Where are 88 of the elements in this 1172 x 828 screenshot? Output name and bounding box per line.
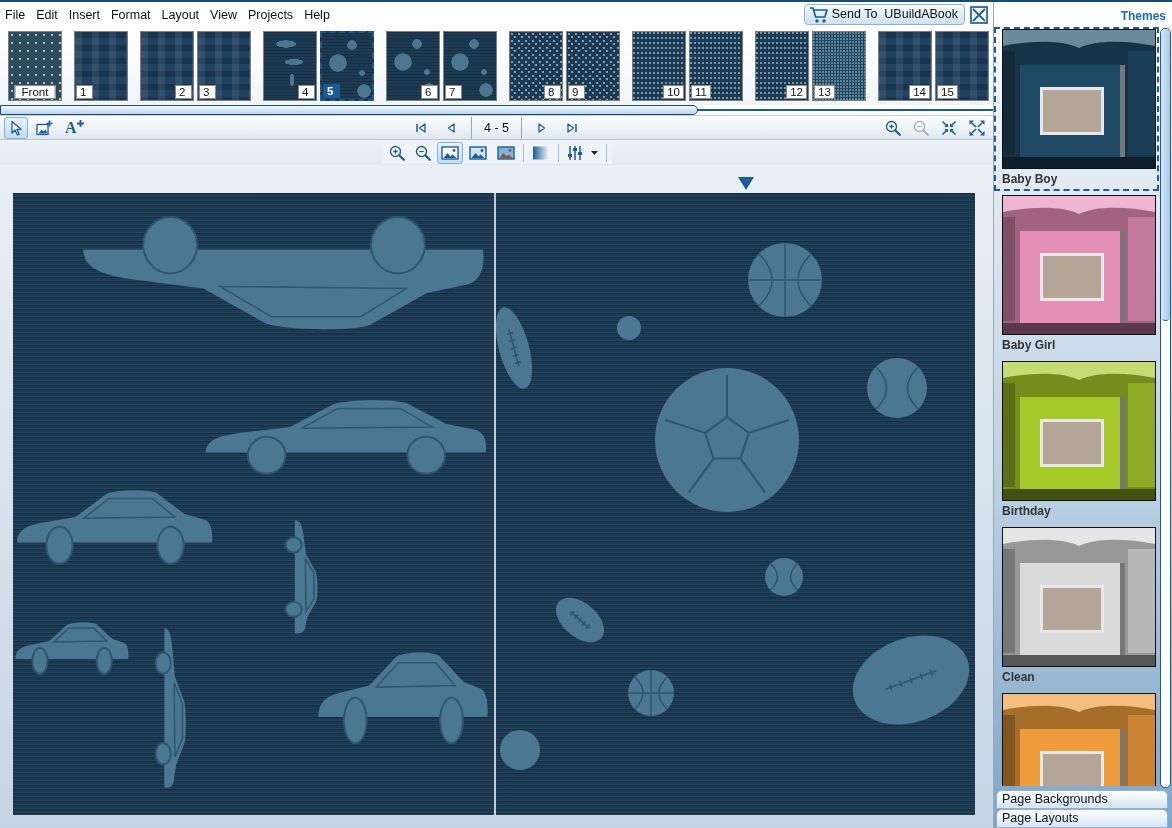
menu-item[interactable]: Layout xyxy=(161,4,200,25)
theme-name: Baby Boy xyxy=(1002,171,1059,188)
page-number: 6 xyxy=(421,85,438,99)
menu-item[interactable]: File xyxy=(5,4,26,25)
page-thumbnail[interactable]: 5 xyxy=(320,31,374,101)
page-number: Front xyxy=(14,85,56,99)
menu-item[interactable]: Projects xyxy=(247,4,294,25)
page-thumbnail[interactable]: 6 xyxy=(386,31,440,101)
page-number: 12 xyxy=(786,85,807,99)
zoom-in-icon xyxy=(885,119,901,136)
theme-item[interactable]: Birthday xyxy=(994,359,1159,523)
page-number: 10 xyxy=(663,85,684,99)
page-number: 11 xyxy=(691,85,711,99)
ball-silhouette xyxy=(765,558,803,596)
picture-icon xyxy=(496,144,515,161)
photo-placeholder xyxy=(1043,754,1101,786)
ball-silhouette xyxy=(500,730,540,770)
ball-silhouette xyxy=(627,669,675,717)
page-number: 9 xyxy=(568,85,585,99)
page-thumbnail[interactable]: 9 xyxy=(566,31,620,101)
panel-tab[interactable]: Page Layouts xyxy=(996,809,1168,828)
page-number: 8 xyxy=(544,85,561,99)
scrollbar-track[interactable] xyxy=(1160,28,1171,788)
add-picture-icon xyxy=(36,119,53,136)
caret-icon xyxy=(590,150,598,155)
page-marker-icon xyxy=(738,177,754,191)
theme-name: Baby Girl xyxy=(1002,337,1057,354)
photo-placeholder xyxy=(1043,256,1101,298)
menu-item[interactable]: Format xyxy=(110,4,151,25)
theme-item[interactable]: Baby Girl xyxy=(994,193,1159,357)
theme-item[interactable]: Baby Boy xyxy=(994,27,1159,191)
pointer-icon xyxy=(8,119,24,136)
photo-placeholder xyxy=(1043,422,1101,464)
add-text-button[interactable]: A xyxy=(61,116,88,139)
menu-item[interactable]: Insert xyxy=(68,4,100,25)
theme-name: Birthday xyxy=(1002,503,1052,520)
ball-silhouette xyxy=(617,316,641,340)
plus-icon xyxy=(76,119,84,127)
page-number: 4 xyxy=(298,85,315,99)
photo-placeholder xyxy=(1043,90,1101,132)
page-thumbnail[interactable]: 7 xyxy=(443,31,497,101)
picture-icon xyxy=(440,144,459,161)
select-tool-button[interactable] xyxy=(4,116,28,139)
football-silhouette xyxy=(555,597,605,643)
panel-title: Themes xyxy=(1120,9,1166,23)
page-number: 2 xyxy=(175,85,192,99)
panel-tab[interactable]: Page Backgrounds xyxy=(996,790,1168,809)
page-thumbnail[interactable]: 14 xyxy=(878,31,932,101)
sliders-icon xyxy=(566,144,583,161)
page-thumbnail[interactable]: Front xyxy=(8,31,62,101)
page-thumbnail[interactable]: 12 xyxy=(755,31,809,101)
zoom-out-icon xyxy=(414,144,431,161)
page-number: 7 xyxy=(445,85,462,99)
image-mode-button[interactable] xyxy=(436,141,463,164)
zoom-out-icon xyxy=(913,119,929,136)
page-thumbnail[interactable]: 11 xyxy=(689,31,743,101)
page-thumbnail[interactable]: 4 xyxy=(263,31,317,101)
cart-icon xyxy=(808,5,829,24)
page-number: 1 xyxy=(76,85,93,99)
collapse-arrows-icon xyxy=(941,119,957,136)
menu-item[interactable]: Edit xyxy=(36,4,58,25)
page-range: 4 - 5 xyxy=(471,116,522,139)
page-thumbnail[interactable]: 10 xyxy=(632,31,686,101)
send-button[interactable]: Send To UBuildABook xyxy=(803,4,965,25)
page-thumbnail[interactable]: 2 xyxy=(140,31,194,101)
page-number: 13 xyxy=(814,85,835,99)
page-thumbnail[interactable]: 1 xyxy=(74,31,128,101)
menu-item[interactable]: View xyxy=(210,4,237,25)
gradient-icon xyxy=(531,144,550,161)
page-thumbnail[interactable]: 8 xyxy=(509,31,563,101)
page-thumbnail[interactable]: 3 xyxy=(197,31,251,101)
scrollbar-thumb[interactable] xyxy=(0,105,698,115)
page-number: 14 xyxy=(909,85,930,99)
photo-placeholder xyxy=(1043,588,1101,630)
page-thumbnail[interactable]: 15 xyxy=(935,31,989,101)
page-thumbnail[interactable]: 13 xyxy=(812,31,866,101)
page-number: 15 xyxy=(937,85,958,99)
scrollbar-thumb[interactable] xyxy=(1161,29,1170,321)
expand-arrows-icon xyxy=(969,119,985,136)
picture-icon xyxy=(468,144,487,161)
ball-silhouette xyxy=(867,358,927,418)
page-number: 3 xyxy=(199,85,216,99)
theme-name: Clean xyxy=(1002,669,1036,686)
zoom-in-icon xyxy=(388,144,405,161)
menu-item[interactable]: Help xyxy=(304,4,330,25)
close-icon[interactable] xyxy=(970,5,988,24)
page-number: 5 xyxy=(323,84,340,98)
theme-item[interactable]: Clean xyxy=(994,525,1159,689)
